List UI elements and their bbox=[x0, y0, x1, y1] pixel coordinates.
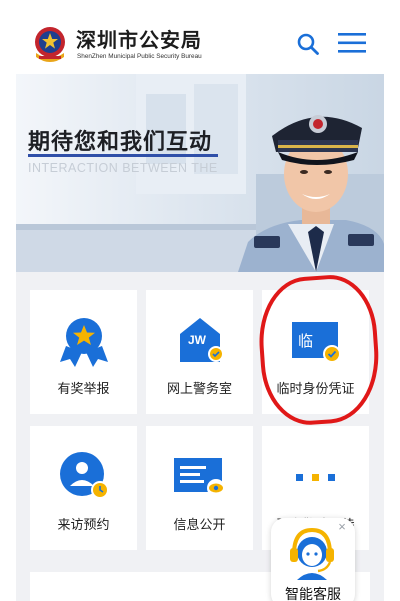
tile-label: 来访预约 bbox=[57, 518, 110, 533]
tile-label: 临时身份凭证 bbox=[276, 382, 355, 397]
search-icon[interactable] bbox=[296, 32, 320, 56]
hero-banner[interactable]: 期待您和我们互动 INTERACTION BETWEEN THE bbox=[16, 74, 384, 272]
site-title: 深圳市公安局 bbox=[76, 28, 202, 52]
smart-customer-service-widget[interactable]: × 智能客服 bbox=[271, 518, 355, 601]
police-emblem-icon[interactable] bbox=[30, 23, 70, 65]
site-subtitle: ShenZhen Municipal Public Security Burea… bbox=[77, 53, 202, 60]
tile-visit-appointment[interactable]: 来访预约 bbox=[30, 426, 137, 550]
police-room-icon: JW bbox=[180, 318, 224, 362]
banner-title: 期待您和我们互动 bbox=[28, 130, 213, 155]
close-icon[interactable]: × bbox=[335, 520, 349, 534]
more-dots-icon bbox=[296, 474, 335, 481]
information-disclosure-icon bbox=[174, 458, 225, 497]
customer-service-headset-icon bbox=[290, 527, 334, 580]
award-ribbon-icon bbox=[60, 318, 108, 367]
tile-temporary-id[interactable]: 临 临时身份凭证 bbox=[262, 290, 369, 414]
header: 深圳市公安局 ShenZhen Municipal Public Securit… bbox=[16, 14, 384, 74]
visit-appointment-icon bbox=[60, 452, 109, 499]
tile-reward-report[interactable]: 有奖举报 bbox=[30, 290, 137, 414]
tile-label: 信息公开 bbox=[173, 518, 226, 533]
svg-text:临: 临 bbox=[298, 332, 313, 350]
svg-text:JW: JW bbox=[188, 333, 207, 347]
banner-underline bbox=[28, 154, 218, 157]
chat-label: 智能客服 bbox=[285, 587, 341, 601]
temporary-id-icon: 临 bbox=[292, 322, 341, 363]
tile-label: 网上警务室 bbox=[166, 382, 232, 397]
app-frame: 深圳市公安局 ShenZhen Municipal Public Securit… bbox=[16, 14, 384, 601]
tile-online-police-room[interactable]: JW 网上警务室 bbox=[146, 290, 253, 414]
tile-information-disclosure[interactable]: 信息公开 bbox=[146, 426, 253, 550]
hamburger-menu-icon[interactable] bbox=[338, 32, 366, 54]
banner-subtitle: INTERACTION BETWEEN THE bbox=[28, 161, 218, 175]
tile-label: 有奖举报 bbox=[57, 382, 110, 397]
